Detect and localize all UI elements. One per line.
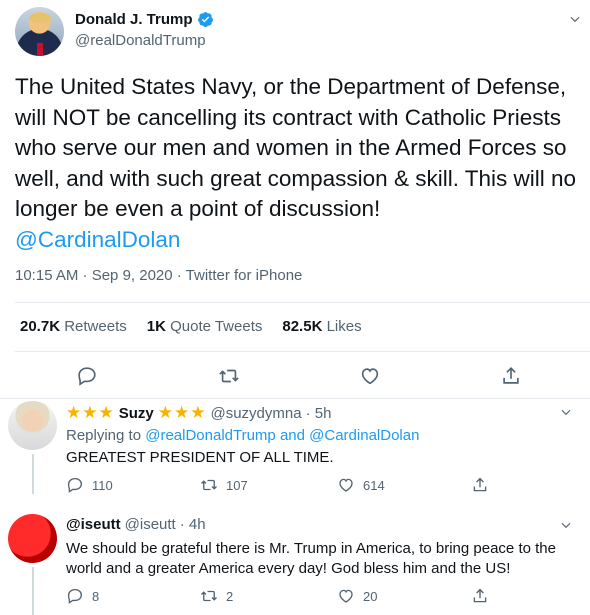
reply-author-name[interactable]: @iseutt xyxy=(66,516,121,533)
replying-to-link[interactable]: @realDonaldTrump xyxy=(145,427,276,444)
retweet-button[interactable]: 2 xyxy=(200,587,233,605)
reply-author-handle[interactable]: @suzydymna xyxy=(210,405,301,422)
retweet-icon xyxy=(201,590,217,602)
share-icon xyxy=(473,477,487,492)
retweet-icon xyxy=(201,479,217,491)
reply-icon[interactable] xyxy=(76,365,98,387)
reply-button[interactable]: 8 xyxy=(66,587,99,605)
reply-time[interactable]: · 4h xyxy=(180,516,206,533)
divider xyxy=(15,351,590,352)
reply-icon xyxy=(67,477,83,493)
star-icon: ★★★ xyxy=(66,403,115,422)
retweet-icon[interactable] xyxy=(218,365,240,387)
reply-button[interactable]: 110 xyxy=(66,476,113,494)
author-name-text[interactable]: Donald J. Trump xyxy=(75,11,193,28)
reply-text: We should be grateful there is Mr. Trump… xyxy=(66,540,556,577)
mention-link[interactable]: @CardinalDolan xyxy=(15,225,580,256)
more-icon[interactable] xyxy=(559,518,573,532)
reply-author-name[interactable]: Suzy xyxy=(119,405,154,422)
divider xyxy=(15,302,590,303)
tweet-text: The United States Navy, or the Departmen… xyxy=(15,74,577,221)
avatar-hair xyxy=(29,13,51,22)
like-icon xyxy=(339,589,353,603)
reply-avatar[interactable] xyxy=(8,514,57,563)
replying-to: Replying to @realDonaldTrump and @Cardin… xyxy=(66,427,420,444)
share-icon[interactable] xyxy=(500,365,522,387)
more-icon[interactable] xyxy=(568,12,582,26)
author-name[interactable]: Donald J. Trump xyxy=(75,11,214,28)
more-icon[interactable] xyxy=(559,405,573,419)
tweet-stats: 20.7K Retweets 1K Quote Tweets 82.5K Lik… xyxy=(20,318,362,335)
likes-stat[interactable]: 82.5K Likes xyxy=(282,318,361,335)
reply-avatar[interactable] xyxy=(8,401,57,450)
like-button[interactable]: 20 xyxy=(337,587,377,605)
divider xyxy=(0,398,590,399)
thread-line xyxy=(32,454,34,494)
thread-line xyxy=(32,567,34,615)
star-icon: ★★★ xyxy=(157,403,207,422)
retweets-stat[interactable]: 20.7K Retweets xyxy=(20,318,127,335)
reply-text: GREATEST PRESIDENT OF ALL TIME. xyxy=(66,449,334,466)
tweet-actions xyxy=(0,365,590,387)
reply-header: ★★★ Suzy ★★★ @suzydymna · 5h xyxy=(66,403,331,423)
share-button[interactable] xyxy=(471,476,489,494)
avatar-tie xyxy=(37,43,43,56)
reply-header: @iseutt @iseutt · 4h xyxy=(66,516,206,533)
tweet-meta[interactable]: 10:15 AM · Sep 9, 2020 · Twitter for iPh… xyxy=(15,267,302,284)
reply-icon xyxy=(67,588,83,604)
author-avatar[interactable] xyxy=(15,7,64,56)
reply-time[interactable]: · 5h xyxy=(306,405,332,422)
retweet-button[interactable]: 107 xyxy=(200,476,248,494)
reply-author-handle[interactable]: @iseutt xyxy=(125,516,176,533)
quotes-stat[interactable]: 1K Quote Tweets xyxy=(147,318,263,335)
author-handle[interactable]: @realDonaldTrump xyxy=(75,32,206,49)
like-icon[interactable] xyxy=(359,365,381,387)
verified-icon xyxy=(197,12,213,28)
replying-to-link[interactable]: @CardinalDolan xyxy=(309,427,419,444)
tweet-body: The United States Navy, or the Departmen… xyxy=(15,72,580,255)
like-button[interactable]: 614 xyxy=(337,476,385,494)
like-icon xyxy=(339,478,353,492)
share-button[interactable] xyxy=(471,587,489,605)
share-icon xyxy=(473,588,487,603)
